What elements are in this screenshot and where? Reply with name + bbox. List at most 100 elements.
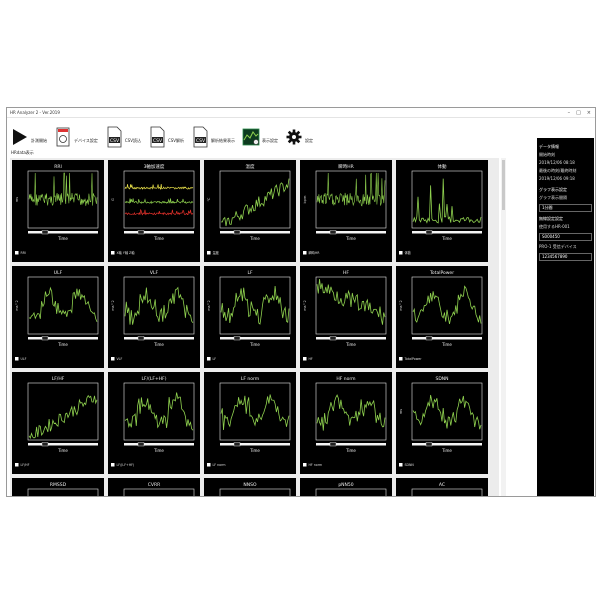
slider-handle[interactable] <box>329 230 337 235</box>
sidebar-label: 2019/12/06 09:18 <box>539 176 575 181</box>
chart-panel[interactable]: CVRR Time CVRR <box>108 478 200 496</box>
vertical-scrollbar[interactable] <box>501 158 506 496</box>
chart-area: RRI ms Time RRI 3軸加速度 G Time X軸 Y軸 Z軸 温度 ℃ Time 温度瞬… <box>10 158 499 496</box>
time-range-slider[interactable] <box>316 443 386 446</box>
time-range-slider[interactable] <box>28 337 98 340</box>
legend-label: RRI <box>21 251 26 255</box>
svg-text:CSV: CSV <box>153 137 163 143</box>
slider-handle[interactable] <box>425 336 433 341</box>
chart-svg: 瞬時HR bpm Time 瞬時HR <box>303 163 387 255</box>
x-axis-label: Time <box>57 342 68 347</box>
chart-settings-icon <box>242 126 260 148</box>
chart-panel[interactable]: pNN50 Time pNN50 <box>300 478 392 496</box>
chart-panel[interactable]: 温度 ℃ Time 温度 <box>204 160 296 262</box>
time-range-slider[interactable] <box>220 443 290 446</box>
tab-hrdata[interactable]: HRdata表示 <box>7 149 595 157</box>
display-settings-button[interactable]: 表示設定 <box>240 120 280 148</box>
chart-panel[interactable]: LF/(LF+HF) Time LF/(LF+HF) <box>108 372 200 474</box>
series-line <box>28 394 98 440</box>
chart-panel[interactable]: RRI ms Time RRI <box>12 160 104 262</box>
chart-panel[interactable]: HF norm Time HF norm <box>300 372 392 474</box>
slider-handle[interactable] <box>329 442 337 447</box>
chart-panel[interactable]: RMSSD Time RMSSD <box>12 478 104 496</box>
chart-panel[interactable]: TotalPower ms^2 Time TotalPower <box>396 266 488 368</box>
slider-handle[interactable] <box>41 442 49 447</box>
slider-handle[interactable] <box>41 230 49 235</box>
slider-handle[interactable] <box>137 336 145 341</box>
chart-svg: LF/(LF+HF) Time LF/(LF+HF) <box>111 376 195 467</box>
sidebar-value-field[interactable]: S000450 <box>539 233 592 241</box>
csv-icon: CSV <box>191 126 209 148</box>
chart-panel[interactable]: ULF ms^2 Time ULF <box>12 266 104 368</box>
series-line <box>220 285 290 325</box>
legend-checkbox[interactable] <box>303 357 307 361</box>
slider-handle[interactable] <box>329 336 337 341</box>
time-range-slider[interactable] <box>412 443 482 446</box>
slider-handle[interactable] <box>425 230 433 235</box>
chart-panel[interactable]: LF/HF Time LF/HF <box>12 372 104 474</box>
slider-handle[interactable] <box>41 336 49 341</box>
legend-checkbox[interactable] <box>15 251 19 255</box>
time-range-slider[interactable] <box>124 231 194 234</box>
legend-label: VLF <box>117 357 123 361</box>
time-range-slider[interactable] <box>412 337 482 340</box>
chart-panel[interactable]: AC Time AC <box>396 478 488 496</box>
device-settings-button[interactable]: デバイス設定 <box>52 120 100 148</box>
chart-panel[interactable]: LF norm Time LF norm <box>204 372 296 474</box>
chart-panel[interactable]: NNSO Time NNSO <box>204 478 296 496</box>
time-range-slider[interactable] <box>124 443 194 446</box>
chart-panel[interactable]: SDNN ms Time SDNN <box>396 372 488 474</box>
chart-panel[interactable]: 体動 Time 体動 <box>396 160 488 262</box>
legend-checkbox[interactable] <box>303 251 307 255</box>
legend-checkbox[interactable] <box>399 357 403 361</box>
settings-button[interactable]: 設定 <box>283 120 315 148</box>
slider-handle[interactable] <box>425 442 433 447</box>
chart-panel[interactable]: HF ms^2 Time HF <box>300 266 392 368</box>
sidebar-value-field[interactable]: 1234567890 <box>539 253 592 261</box>
slider-handle[interactable] <box>233 442 241 447</box>
time-range-slider[interactable] <box>220 231 290 234</box>
time-range-slider[interactable] <box>316 231 386 234</box>
chart-panel[interactable]: LF ms^2 Time LF <box>204 266 296 368</box>
time-range-slider[interactable] <box>220 337 290 340</box>
chart-panel[interactable]: VLF ms^2 Time VLF <box>108 266 200 368</box>
legend-label: HF norm <box>309 463 323 467</box>
slider-handle[interactable] <box>233 230 241 235</box>
time-range-slider[interactable] <box>28 231 98 234</box>
start-measure-button[interactable]: 計測開始 <box>9 120 49 148</box>
time-range-slider[interactable] <box>124 337 194 340</box>
close-button[interactable]: × <box>587 108 591 118</box>
sidebar-value-field[interactable]: 1分間 <box>539 204 592 212</box>
maximize-button[interactable]: □ <box>576 108 581 118</box>
legend-checkbox[interactable] <box>303 463 307 467</box>
legend-checkbox[interactable] <box>15 357 19 361</box>
legend-checkbox[interactable] <box>207 357 211 361</box>
minimize-button[interactable]: – <box>568 108 571 118</box>
slider-handle[interactable] <box>137 442 145 447</box>
time-range-slider[interactable] <box>412 231 482 234</box>
chart-svg: LF norm Time LF norm <box>207 376 291 467</box>
slider-handle[interactable] <box>233 336 241 341</box>
legend-checkbox[interactable] <box>111 463 115 467</box>
time-range-slider[interactable] <box>316 337 386 340</box>
analysis-result-button[interactable]: CSV 解析結果表示 <box>189 120 237 148</box>
legend-checkbox[interactable] <box>399 251 403 255</box>
legend-checkbox[interactable] <box>111 251 115 255</box>
csv-analyze-button[interactable]: CSV CSV解析 <box>146 120 186 148</box>
time-range-slider[interactable] <box>28 443 98 446</box>
chart-panel[interactable]: 3軸加速度 G Time X軸 Y軸 Z軸 <box>108 160 200 262</box>
legend-checkbox[interactable] <box>207 251 211 255</box>
legend-checkbox[interactable] <box>15 463 19 467</box>
legend-checkbox[interactable] <box>399 463 403 467</box>
series-line <box>316 172 386 207</box>
csv-load-button[interactable]: CSV CSV読込 <box>103 120 143 148</box>
chart-panel[interactable]: 瞬時HR bpm Time 瞬時HR <box>300 160 392 262</box>
x-axis-label: Time <box>441 236 452 241</box>
slider-handle[interactable] <box>137 230 145 235</box>
app-window: HR Analyzer 2 - Ver.2019 – □ × 計測開始 デバイス… <box>6 107 596 497</box>
scrollbar-thumb[interactable] <box>502 160 505 210</box>
chart-title: pNN50 <box>338 482 353 488</box>
legend-checkbox[interactable] <box>207 463 211 467</box>
legend-checkbox[interactable] <box>111 357 115 361</box>
chart-title: VLF <box>150 270 159 276</box>
